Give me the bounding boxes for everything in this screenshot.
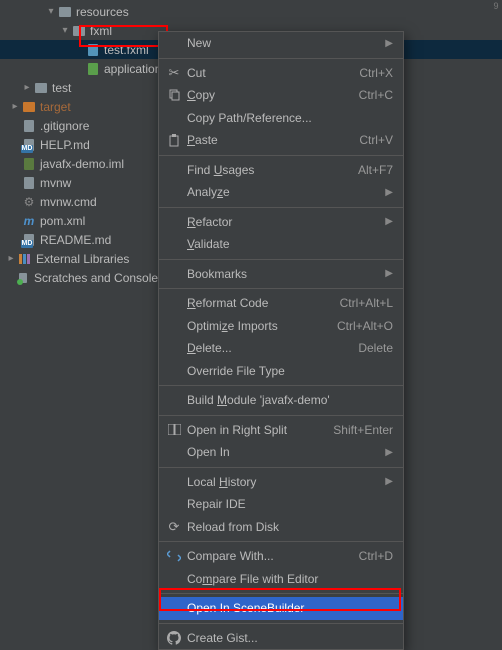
- separator: [159, 58, 403, 59]
- scratches-icon: [16, 271, 30, 285]
- menu-item-cut[interactable]: ✂CutCtrl+X: [159, 62, 403, 85]
- tree-label: mvnw.cmd: [40, 195, 97, 209]
- paste-icon: [165, 132, 183, 148]
- menu-item-reload-from-disk[interactable]: ⟳Reload from Disk: [159, 516, 403, 539]
- diff-icon: [165, 548, 183, 564]
- markdown-file-icon: MD: [22, 233, 36, 247]
- tree-label: HELP.md: [40, 138, 90, 152]
- menu-item-refactor[interactable]: RefactorRefactor▶: [159, 211, 403, 234]
- shortcut: Ctrl+X: [351, 66, 393, 80]
- separator: [159, 415, 403, 416]
- scissors-icon: ✂: [165, 65, 183, 81]
- separator: [159, 207, 403, 208]
- shortcut: Delete: [350, 341, 393, 355]
- libraries-icon: [18, 252, 32, 266]
- chevron-right-icon: ▶: [385, 476, 393, 487]
- menu-item-paste[interactable]: PastePasteCtrl+V: [159, 129, 403, 152]
- menu-item-reformat-code[interactable]: Reformat CodeReformat CodeCtrl+Alt+L: [159, 292, 403, 315]
- tree-label: pom.xml: [40, 214, 85, 228]
- menu-item-analyze[interactable]: AnalyzeAnalyze▶: [159, 181, 403, 204]
- tree-label: javafx-demo.iml: [40, 157, 124, 171]
- markdown-file-icon: MD: [22, 138, 36, 152]
- tree-label: .gitignore: [40, 119, 89, 133]
- folder-icon: [34, 81, 48, 95]
- tree-label: External Libraries: [36, 252, 129, 266]
- menu-item-copy-path[interactable]: Copy Path/Reference...: [159, 107, 403, 130]
- separator: [159, 259, 403, 260]
- shortcut: Shift+Enter: [325, 423, 393, 437]
- menu-item-compare-file-editor[interactable]: Compare File with EditorCompare File wit…: [159, 568, 403, 591]
- menu-item-delete[interactable]: Delete...Delete...Delete: [159, 337, 403, 360]
- shortcut: Ctrl+Alt+L: [332, 296, 393, 310]
- menu-item-override-file-type[interactable]: Override File Type: [159, 360, 403, 383]
- tree-label: test.fxml: [104, 43, 149, 57]
- chevron-down-icon: ▾: [46, 7, 56, 17]
- gutter-indicator: 9: [490, 0, 502, 12]
- menu-item-find-usages[interactable]: Find UsagesFind UsagesAlt+F7: [159, 159, 403, 182]
- split-icon: [165, 422, 183, 438]
- menu-item-build-module[interactable]: Build Module 'javafx-demo'Build Module '…: [159, 389, 403, 412]
- menu-item-validate[interactable]: ValidateValidate: [159, 233, 403, 256]
- separator: [159, 155, 403, 156]
- tree-label: fxml: [90, 24, 112, 38]
- menu-item-compare-with[interactable]: Compare With...Compare With...Ctrl+D: [159, 545, 403, 568]
- menu-item-new[interactable]: New▶: [159, 32, 403, 55]
- tree-label: resources: [76, 5, 129, 19]
- shortcut: Ctrl+V: [351, 133, 393, 147]
- iml-file-icon: [22, 157, 36, 171]
- shortcut: Ctrl+Alt+O: [329, 319, 393, 333]
- file-icon: [22, 176, 36, 190]
- tree-label: target: [40, 100, 71, 114]
- menu-item-copy[interactable]: CCopyopyCtrl+C: [159, 84, 403, 107]
- chevron-right-icon: ▶: [385, 38, 393, 49]
- chevron-right-icon: ▶: [385, 187, 393, 198]
- menu-item-open-in-scenebuilder[interactable]: Open In SceneBuilder: [159, 597, 403, 620]
- fxml-file-icon: [86, 43, 100, 57]
- tree-label: test: [52, 81, 71, 95]
- shortcut: Ctrl+C: [351, 88, 393, 102]
- menu-item-open-right-split[interactable]: Open in Right SplitShift+Enter: [159, 419, 403, 442]
- github-icon: [165, 630, 183, 646]
- separator: [159, 288, 403, 289]
- chevron-right-icon: ▶: [385, 268, 393, 279]
- menu-item-bookmarks[interactable]: Bookmarks▶: [159, 263, 403, 286]
- tree-label: Scratches and Consoles: [34, 271, 164, 285]
- chevron-down-icon: ▾: [60, 26, 70, 36]
- copy-icon: [165, 87, 183, 103]
- chevron-right-icon: ▸: [10, 102, 20, 112]
- file-icon: [22, 119, 36, 133]
- maven-file-icon: m: [22, 214, 36, 228]
- tree-label: application: [104, 62, 161, 76]
- tree-item-resources[interactable]: ▾ resources: [0, 2, 502, 21]
- gear-icon: ⚙: [22, 195, 36, 209]
- tree-label: README.md: [40, 233, 111, 247]
- separator: [159, 385, 403, 386]
- folder-icon: [72, 24, 86, 38]
- menu-item-open-in[interactable]: Open In▶: [159, 441, 403, 464]
- context-menu: New▶ ✂CutCtrl+X CCopyopyCtrl+C Copy Path…: [158, 31, 404, 650]
- tree-label: mvnw: [40, 176, 71, 190]
- chevron-right-icon: ▶: [385, 216, 393, 227]
- chevron-right-icon: ▸: [6, 254, 16, 264]
- reload-icon: ⟳: [165, 519, 183, 535]
- menu-item-repair-ide[interactable]: Repair IDE: [159, 493, 403, 516]
- separator: [159, 467, 403, 468]
- chevron-right-icon: ▸: [22, 83, 32, 93]
- chevron-right-icon: ▶: [385, 447, 393, 458]
- menu-item-optimize-imports[interactable]: Optimize ImportsOptimize ImportsCtrl+Alt…: [159, 315, 403, 338]
- shortcut: Alt+F7: [350, 163, 393, 177]
- css-file-icon: [86, 62, 100, 76]
- menu-item-local-history[interactable]: Local HistoryLocal History▶: [159, 471, 403, 494]
- separator: [159, 593, 403, 594]
- folder-icon: [22, 100, 36, 114]
- shortcut: Ctrl+D: [351, 549, 393, 563]
- folder-icon: [58, 5, 72, 19]
- separator: [159, 623, 403, 624]
- menu-item-create-gist[interactable]: Create Gist...: [159, 627, 403, 650]
- separator: [159, 541, 403, 542]
